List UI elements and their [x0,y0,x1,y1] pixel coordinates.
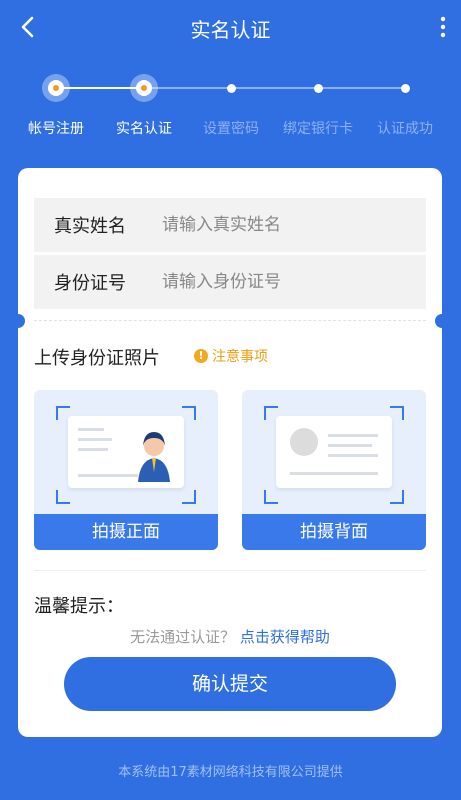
verification-card: 真实姓名 身份证号 上传身份证照片 ! 注意事项 [11,168,449,737]
id-card-front-illustration [68,416,184,488]
help-link[interactable]: 点击获得帮助 [240,628,330,646]
notice-link[interactable]: ! 注意事项 [194,346,268,366]
id-back-upload[interactable]: 拍摄背面 [242,390,426,550]
id-number-label: 身份证号 [54,273,126,294]
id-front-upload[interactable]: 拍摄正面 [34,390,218,550]
step-pending-icon [313,84,323,93]
card-notch [435,314,449,328]
step-real-name: 实名认证 [98,68,190,138]
real-name-input[interactable] [160,214,404,236]
submit-button[interactable]: 确认提交 [64,657,396,711]
capture-front-button[interactable]: 拍摄正面 [34,514,218,550]
frame-corner [390,490,404,504]
real-name-row: 真实姓名 [34,198,426,252]
more-vertical-icon[interactable] [433,12,453,42]
page-title: 实名认证 [190,18,271,42]
help-line: 无法通过认证？ 点击获得帮助 [18,626,442,647]
capture-back-button[interactable]: 拍摄背面 [242,514,426,550]
frame-corner [56,490,70,504]
step-label: 实名认证 [116,121,172,137]
id-number-row: 身份证号 [34,255,426,309]
step-account-register: 帐号注册 [10,68,102,138]
frame-corner [390,406,404,420]
progress-steps: 帐号注册 实名认证 设置密码 绑定银行卡 认证成功 [0,68,461,148]
card-notch [11,314,25,328]
frame-corner [182,490,196,504]
warning-icon: ! [194,349,208,363]
step-bind-bank-card: 绑定银行卡 [272,68,364,138]
step-label: 绑定银行卡 [283,121,353,137]
top-bar: 实名认证 [0,0,461,56]
dashed-divider [34,320,426,321]
step-pending-icon [226,84,236,93]
notice-label: 注意事项 [212,349,268,365]
step-verify-success: 认证成功 [359,68,451,138]
step-set-password: 设置密码 [185,68,277,138]
tips-title: 温馨提示： [34,596,124,617]
step-current-icon [130,74,158,102]
step-label: 认证成功 [377,121,433,137]
upload-section-title: 上传身份证照片 [34,348,160,369]
step-label: 帐号注册 [28,121,84,137]
identity-form: 真实姓名 身份证号 [34,198,426,312]
step-label: 设置密码 [203,121,259,137]
frame-corner [264,490,278,504]
id-number-input[interactable] [160,271,404,293]
step-complete-icon [42,74,70,102]
footer-credit: 本系统由17素材网络科技有限公司提供 [118,765,343,780]
real-name-label: 真实姓名 [54,216,126,237]
frame-corner [182,406,196,420]
divider [34,570,426,571]
help-text: 无法通过认证？ [130,628,236,646]
id-card-back-illustration [276,416,392,488]
step-pending-icon [400,84,410,93]
